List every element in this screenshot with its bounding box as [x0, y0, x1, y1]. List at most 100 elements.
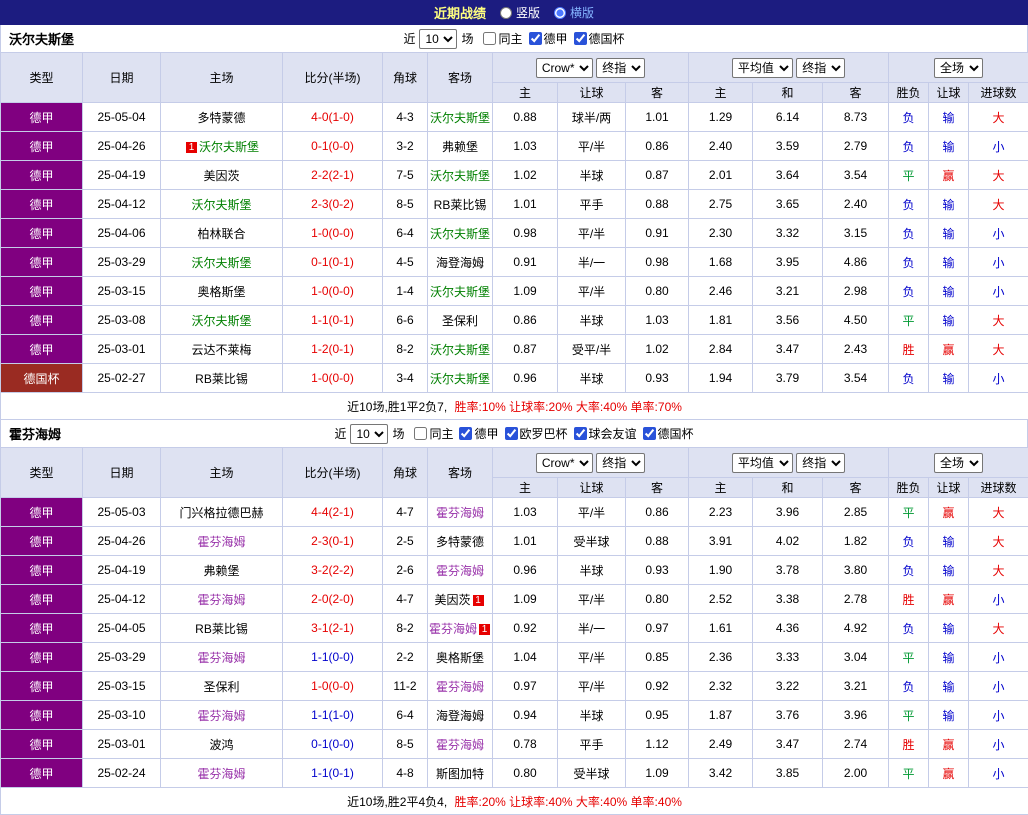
filter-option[interactable]: 同主: [483, 30, 522, 47]
team-link[interactable]: 弗赖堡: [203, 564, 239, 578]
team-link[interactable]: 圣保利: [203, 680, 239, 694]
filter-checkbox[interactable]: [459, 427, 472, 440]
team-link[interactable]: 波鸿: [209, 738, 233, 752]
team-link[interactable]: 斯图加特: [436, 767, 484, 781]
horizontal-layout-option[interactable]: 横版: [554, 4, 594, 21]
filter-checkbox[interactable]: [643, 427, 656, 440]
league-cell: 德甲: [1, 643, 83, 672]
filter-checkbox[interactable]: [529, 32, 542, 45]
asia-away-odds-cell: 0.98: [626, 248, 689, 277]
filter-checkbox[interactable]: [574, 427, 587, 440]
team-link[interactable]: 多特蒙德: [197, 111, 245, 125]
euro-stage-select[interactable]: 终指: [796, 58, 845, 78]
team-link[interactable]: 奥格斯堡: [436, 651, 484, 665]
odds-stage-select[interactable]: 终指: [596, 453, 645, 473]
filter-checkbox[interactable]: [505, 427, 518, 440]
league-cell: 德甲: [1, 103, 83, 132]
team-link[interactable]: RB莱比锡: [434, 198, 487, 212]
team-link[interactable]: 沃尔夫斯堡: [430, 169, 490, 183]
filter-checkbox[interactable]: [414, 427, 427, 440]
team-link[interactable]: 云达不莱梅: [191, 343, 251, 357]
scope-select[interactable]: 全场: [934, 453, 983, 473]
team-link[interactable]: RB莱比锡: [195, 622, 248, 636]
team-link[interactable]: 霍芬海姆: [197, 651, 245, 665]
scope-select[interactable]: 全场: [934, 58, 983, 78]
team-link[interactable]: 柏林联合: [197, 227, 245, 241]
team-link[interactable]: 沃尔夫斯堡: [430, 372, 490, 386]
team-link[interactable]: RB莱比锡: [195, 372, 248, 386]
team-link[interactable]: 沃尔夫斯堡: [430, 227, 490, 241]
team-link[interactable]: 沃尔夫斯堡: [430, 111, 490, 125]
team-link[interactable]: 海登海姆: [436, 709, 484, 723]
euro-away-odds-cell: 4.50: [823, 306, 889, 335]
match-row: 德甲25-04-261沃尔夫斯堡0-1(0-0)3-2弗赖堡1.03平/半0.8…: [1, 132, 1028, 161]
filter-option[interactable]: 球会友谊: [574, 425, 637, 442]
filter-option[interactable]: 同主: [414, 425, 453, 442]
team-link[interactable]: 多特蒙德: [436, 535, 484, 549]
asia-home-odds-cell: 1.01: [493, 527, 558, 556]
vertical-layout-option[interactable]: 竖版: [500, 4, 540, 21]
team-link[interactable]: 沃尔夫斯堡: [191, 256, 251, 270]
euro-source-select[interactable]: 平均值: [732, 453, 793, 473]
team-link[interactable]: 霍芬海姆: [436, 680, 484, 694]
away-team-cell: 弗赖堡: [428, 132, 493, 161]
corner-cell: 6-6: [383, 306, 428, 335]
team-link[interactable]: 沃尔夫斯堡: [191, 314, 251, 328]
team-link[interactable]: 霍芬海姆: [197, 593, 245, 607]
filter-checkbox[interactable]: [574, 32, 587, 45]
corner-cell: 6-4: [383, 219, 428, 248]
euro-home-odds-cell: 1.61: [689, 614, 753, 643]
euro-draw-odds-cell: 3.47: [753, 335, 823, 364]
odds-source-select[interactable]: Crow*: [536, 58, 593, 78]
team-link[interactable]: 美因茨: [434, 593, 470, 607]
col-home-header: 主场: [161, 448, 283, 498]
odds-stage-select[interactable]: 终指: [596, 58, 645, 78]
team-link[interactable]: 奥格斯堡: [197, 285, 245, 299]
team-link[interactable]: 霍芬海姆: [197, 535, 245, 549]
recent-count-select[interactable]: 10: [419, 29, 457, 49]
asia-away-odds-cell: 0.80: [626, 585, 689, 614]
score-cell: 1-1(0-1): [283, 306, 383, 335]
euro-stage-select[interactable]: 终指: [796, 453, 845, 473]
odds-source-select[interactable]: Crow*: [536, 453, 593, 473]
euro-source-select[interactable]: 平均值: [732, 58, 793, 78]
team-link[interactable]: 沃尔夫斯堡: [199, 140, 259, 154]
asia-away-odds-cell: 0.88: [626, 527, 689, 556]
filter-option[interactable]: 德国杯: [574, 30, 625, 47]
filter-option[interactable]: 德国杯: [643, 425, 694, 442]
euro-home-odds-cell: 2.40: [689, 132, 753, 161]
filter-option[interactable]: 欧罗巴杯: [505, 425, 568, 442]
team-link[interactable]: 霍芬海姆: [436, 564, 484, 578]
team-link[interactable]: 霍芬海姆: [197, 767, 245, 781]
asia-handicap-cell: 平/半: [558, 643, 626, 672]
team-link[interactable]: 沃尔夫斯堡: [430, 285, 490, 299]
team-link[interactable]: 弗赖堡: [442, 140, 478, 154]
vertical-radio[interactable]: [500, 7, 512, 19]
team-link[interactable]: 美因茨: [203, 169, 239, 183]
filter-option[interactable]: 德甲: [529, 30, 568, 47]
euro-away-header: 客: [823, 478, 889, 498]
col-corner-header: 角球: [383, 53, 428, 103]
team-link[interactable]: 门兴格拉德巴赫: [179, 506, 263, 520]
asia-handicap-header: 让球: [558, 83, 626, 103]
team-link[interactable]: 霍芬海姆: [436, 506, 484, 520]
recent-count-select[interactable]: 10: [350, 424, 388, 444]
date-cell: 25-05-03: [83, 498, 161, 527]
team-link[interactable]: 圣保利: [442, 314, 478, 328]
team-link[interactable]: 沃尔夫斯堡: [191, 198, 251, 212]
team-link[interactable]: 海登海姆: [436, 256, 484, 270]
team-link[interactable]: 沃尔夫斯堡: [430, 343, 490, 357]
horizontal-radio[interactable]: [554, 7, 566, 19]
team-link[interactable]: 霍芬海姆: [429, 622, 477, 636]
goals-result-cell: 小: [969, 759, 1028, 788]
team-link[interactable]: 霍芬海姆: [436, 738, 484, 752]
filter-option[interactable]: 德甲: [459, 425, 498, 442]
asia-handicap-cell: 半/一: [558, 248, 626, 277]
date-cell: 25-03-15: [83, 277, 161, 306]
date-cell: 25-04-26: [83, 527, 161, 556]
team-link[interactable]: 霍芬海姆: [197, 709, 245, 723]
filter-checkbox[interactable]: [483, 32, 496, 45]
goals-result-cell: 大: [969, 161, 1028, 190]
corner-cell: 2-6: [383, 556, 428, 585]
match-row: 德甲25-03-01云达不莱梅1-2(0-1)8-2沃尔夫斯堡0.87受平/半1…: [1, 335, 1028, 364]
